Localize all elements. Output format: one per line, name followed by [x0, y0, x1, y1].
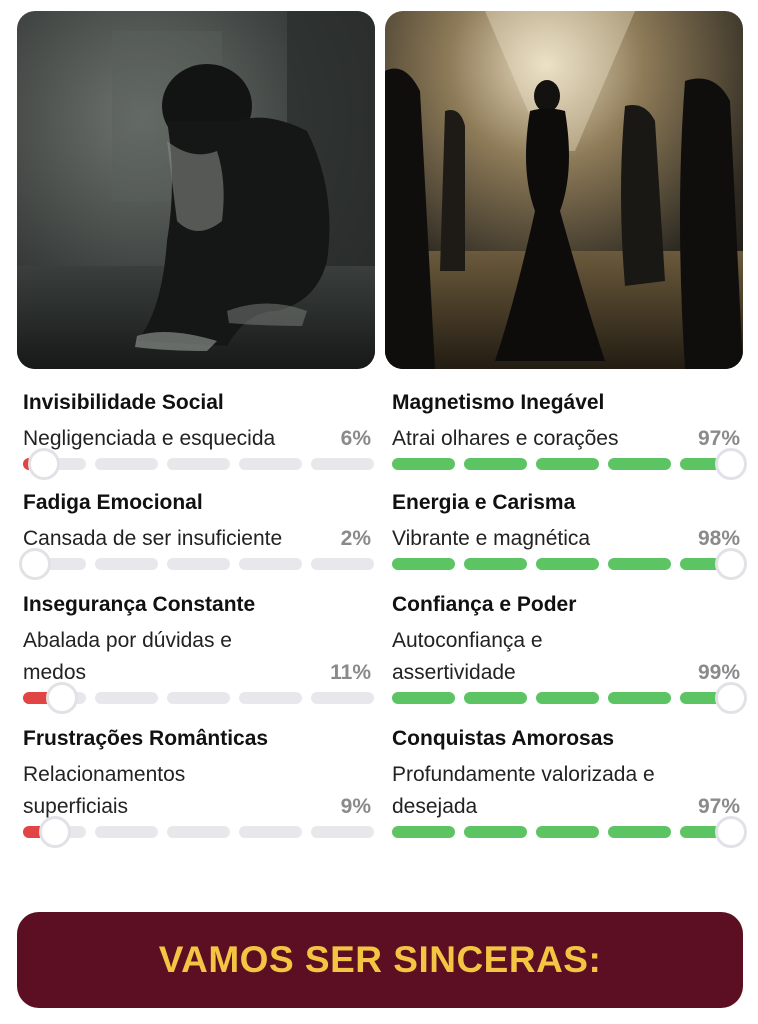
- progress-segment: [464, 692, 527, 704]
- progress-knob: [38, 816, 71, 848]
- progress-segment: [608, 558, 671, 570]
- stat-percent: 2%: [340, 527, 371, 550]
- progress-segment: [95, 826, 158, 838]
- stat-subtitle: Negligenciada e esquecida: [23, 427, 276, 450]
- progress-segment: [95, 692, 158, 704]
- progress-bar: [23, 816, 374, 848]
- stat-title: Fadiga Emocional: [23, 491, 203, 514]
- stat-title: Magnetismo Inegável: [392, 391, 605, 414]
- stat-subtitle: Atrai olhares e corações: [392, 427, 619, 450]
- progress-segment: [536, 558, 599, 570]
- progress-bar: [23, 448, 374, 480]
- stat-percent: 11%: [330, 661, 371, 684]
- progress-segment: [239, 692, 302, 704]
- stat-percent: 6%: [340, 427, 371, 450]
- stat-percent: 9%: [340, 795, 371, 818]
- progress-segment: [608, 458, 671, 470]
- progress-segment: [95, 458, 158, 470]
- stat-title: Insegurança Constante: [23, 593, 256, 616]
- sad-woman-image: [17, 11, 375, 369]
- progress-segment: [239, 826, 302, 838]
- progress-segment: [392, 458, 455, 470]
- progress-segment: [608, 826, 671, 838]
- progress-segment: [464, 826, 527, 838]
- progress-segment: [536, 826, 599, 838]
- progress-segment: [167, 558, 230, 570]
- progress-segment: [464, 458, 527, 470]
- progress-segment: [239, 558, 302, 570]
- stat-subtitle: Profundamente valorizada e desejada: [392, 763, 655, 818]
- progress-segment: [608, 692, 671, 704]
- progress-bar: [23, 682, 374, 714]
- progress-bar: [19, 548, 374, 580]
- progress-segment: [536, 458, 599, 470]
- progress-knob: [45, 682, 78, 714]
- progress-bar: [392, 682, 747, 714]
- progress-knob: [715, 548, 747, 580]
- glamorous-woman-image: [385, 11, 743, 369]
- progress-bar: [392, 448, 747, 480]
- progress-segment: [311, 558, 374, 570]
- stat-subtitle: Abalada por dúvidas e medos: [23, 629, 232, 684]
- progress-knob: [715, 448, 747, 480]
- progress-segment: [95, 558, 158, 570]
- progress-knob: [28, 448, 61, 480]
- progress-segment: [239, 458, 302, 470]
- stat-subtitle: Autoconfiança e assertividade: [392, 629, 543, 684]
- progress-segment: [311, 826, 374, 838]
- stat-title: Invisibilidade Social: [23, 391, 224, 414]
- progress-segment: [167, 826, 230, 838]
- stat-subtitle: Vibrante e magnética: [392, 527, 591, 550]
- progress-knob: [19, 548, 51, 580]
- progress-segment: [464, 558, 527, 570]
- progress-segment: [167, 458, 230, 470]
- progress-segment: [536, 692, 599, 704]
- stat-title: Frustrações Românticas: [23, 727, 269, 750]
- progress-segment: [392, 826, 455, 838]
- stat-subtitle: Cansada de ser insuficiente: [23, 527, 283, 550]
- stat-title: Energia e Carisma: [392, 491, 576, 514]
- progress-knob: [715, 816, 747, 848]
- progress-segment: [311, 692, 374, 704]
- progress-segment: [392, 558, 455, 570]
- progress-bar: [392, 816, 747, 848]
- stat-title: Conquistas Amorosas: [392, 727, 615, 750]
- progress-bar: [392, 548, 747, 580]
- stat-title: Confiança e Poder: [392, 593, 577, 616]
- progress-segment: [392, 692, 455, 704]
- progress-segment: [167, 692, 230, 704]
- progress-knob: [715, 682, 747, 714]
- stat-subtitle: Relacionamentos superficiais: [23, 763, 186, 818]
- cta-label: VAMOS SER SINCERAS:: [158, 939, 602, 980]
- progress-segment: [311, 458, 374, 470]
- cta-button[interactable]: VAMOS SER SINCERAS:: [17, 912, 743, 1008]
